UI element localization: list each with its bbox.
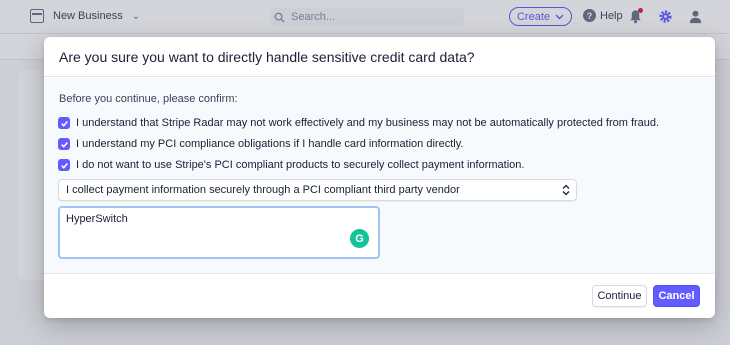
confirmation-dialog: Are you sure you want to directly handle… [44, 37, 715, 318]
continue-button[interactable]: Continue [592, 285, 647, 307]
intro-text: Before you continue, please confirm: [59, 93, 238, 105]
checkbox-label: I understand my PCI compliance obligatio… [76, 138, 464, 150]
checkmark-icon [60, 141, 68, 148]
select-value: I collect payment information securely t… [66, 184, 460, 196]
confirm-pci-checkbox-row[interactable]: I understand my PCI compliance obligatio… [58, 138, 463, 150]
grammarly-icon[interactable]: G [350, 229, 369, 248]
textarea-value: HyperSwitch [66, 213, 128, 225]
checkmark-icon [60, 162, 68, 169]
confirm-no-stripe-products-checkbox-row[interactable]: I do not want to use Stripe's PCI compli… [58, 159, 524, 171]
checkbox-label: I do not want to use Stripe's PCI compli… [76, 159, 525, 171]
checkbox-label: I understand that Stripe Radar may not w… [76, 117, 660, 129]
checkbox-checked[interactable] [58, 159, 70, 171]
checkbox-checked[interactable] [58, 138, 70, 150]
vendor-name-textarea[interactable]: HyperSwitch G [58, 206, 380, 259]
collection-method-select[interactable]: I collect payment information securely t… [58, 179, 577, 201]
dialog-title: Are you sure you want to directly handle… [59, 48, 475, 65]
confirm-radar-checkbox-row[interactable]: I understand that Stripe Radar may not w… [58, 117, 659, 129]
checkmark-icon [60, 120, 68, 127]
dialog-header: Are you sure you want to directly handle… [44, 37, 715, 77]
checkbox-checked[interactable] [58, 117, 70, 129]
cancel-button[interactable]: Cancel [653, 285, 700, 307]
select-arrows-icon [562, 184, 570, 196]
